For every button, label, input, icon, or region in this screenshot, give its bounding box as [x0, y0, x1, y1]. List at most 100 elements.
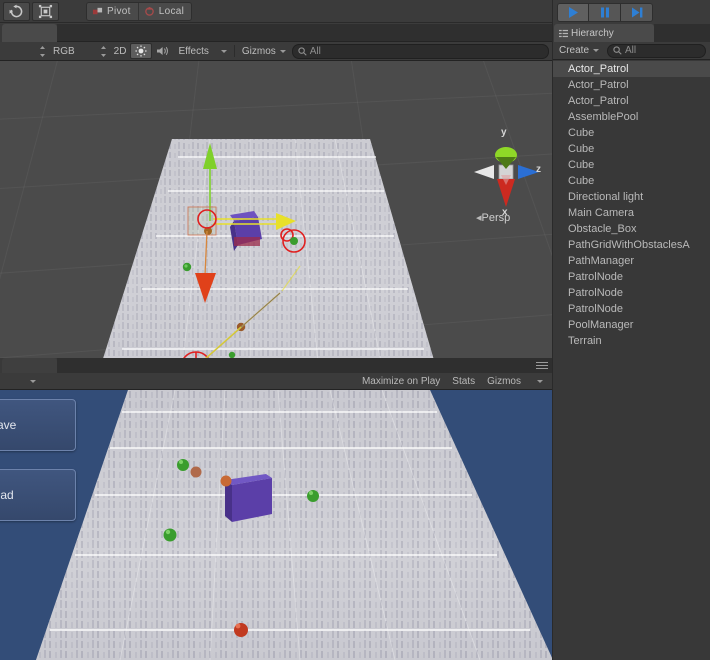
- hierarchy-list[interactable]: Actor_Patrol Actor_Patrol Actor_Patrol Asse…: [553, 61, 710, 660]
- audio-icon: [157, 46, 169, 56]
- hierarchy-item[interactable]: Actor_Patrol: [553, 93, 710, 109]
- draw-mode-dropdown[interactable]: RGB: [49, 43, 79, 59]
- stats-toggle[interactable]: Stats: [446, 374, 481, 389]
- handle-rotation-toggle[interactable]: Local: [138, 3, 192, 20]
- game-viewport[interactable]: save load: [0, 390, 553, 660]
- game-scene-render: [36, 390, 553, 660]
- game-patrol-sphere: [177, 459, 189, 471]
- hierarchy-item-label: Cube: [568, 159, 595, 171]
- gizmo-z-label: z: [536, 164, 541, 175]
- toggle-scene-audio[interactable]: [152, 43, 174, 59]
- scene-view-stepper-icon[interactable]: [100, 45, 107, 57]
- gizmo-y-label: y: [501, 127, 507, 138]
- game-gizmos-label: Gizmos: [487, 375, 521, 387]
- hierarchy-item-label: Cube: [568, 175, 595, 187]
- pivot-label: Pivot: [107, 6, 131, 17]
- hierarchy-item[interactable]: Directional light: [553, 189, 710, 205]
- tab-scene[interactable]: [2, 24, 57, 42]
- scene-projection-mode[interactable]: ◂Persp: [476, 211, 510, 224]
- hierarchy-item[interactable]: Terrain: [553, 333, 710, 349]
- search-icon: [613, 46, 622, 55]
- hierarchy-item-label: AssemblePool: [568, 111, 639, 123]
- pivot-toggle[interactable]: Pivot: [87, 3, 139, 20]
- pivot-handle-group: Pivot Local: [86, 2, 193, 21]
- hierarchy-item-label: Actor_Patrol: [568, 95, 629, 107]
- play-icon: [569, 6, 578, 18]
- game-patrol-sphere: [307, 490, 319, 502]
- scene-gizmos-dropdown[interactable]: Gizmos: [238, 43, 290, 59]
- create-label: Create: [559, 45, 590, 56]
- scene-tabstrip-filler: [57, 24, 553, 42]
- game-actor-sphere: [190, 466, 202, 478]
- gizmo-x-axis: [204, 230, 208, 276]
- step-icon: [631, 7, 642, 17]
- rect-transform-tool-button[interactable]: [32, 1, 59, 21]
- maximize-on-play-toggle[interactable]: Maximize on Play: [356, 374, 446, 389]
- hierarchy-item[interactable]: PathGridWithObstaclesA: [553, 237, 710, 253]
- scene-search-input[interactable]: All: [291, 43, 549, 59]
- play-button[interactable]: [557, 2, 589, 22]
- game-panel-menu-icon[interactable]: [536, 362, 548, 371]
- toggle-2d[interactable]: 2D: [110, 43, 131, 59]
- load-button[interactable]: load: [0, 469, 76, 521]
- aspect-ratio-dropdown[interactable]: [0, 374, 40, 389]
- hierarchy-search-input[interactable]: All: [607, 43, 706, 58]
- hierarchy-item[interactable]: Actor_Patrol: [553, 61, 710, 77]
- hierarchy-item[interactable]: Cube: [553, 157, 710, 173]
- game-gizmos-dropdown-arrow[interactable]: [527, 374, 549, 389]
- hierarchy-item[interactable]: PatrolNode: [553, 269, 710, 285]
- hierarchy-item-label: Directional light: [568, 191, 644, 203]
- hierarchy-panel: Hierarchy Create All Actor_Patrol Actor_P…: [553, 24, 710, 660]
- hierarchy-item[interactable]: PatrolNode: [553, 301, 710, 317]
- scene-viewport[interactable]: y z x ◂Persp: [0, 61, 553, 381]
- stats-label: Stats: [452, 375, 476, 387]
- node-marker: [280, 228, 306, 253]
- game-actor-sphere: [220, 475, 232, 487]
- game-obstacle-box: [225, 474, 272, 522]
- hierarchy-item-label: Main Camera: [568, 207, 635, 219]
- hierarchy-item[interactable]: Main Camera: [553, 205, 710, 221]
- hierarchy-item[interactable]: PoolManager: [553, 317, 710, 333]
- effects-dropdown[interactable]: Effects: [174, 43, 212, 59]
- actor-sphere: [236, 322, 246, 332]
- hierarchy-item-label: PatrolNode: [568, 271, 624, 283]
- hierarchy-item-label: Actor_Patrol: [568, 79, 629, 91]
- effects-dropdown-arrow[interactable]: [213, 43, 231, 59]
- pause-button[interactable]: [589, 2, 621, 22]
- hierarchy-item-label: Terrain: [568, 335, 602, 347]
- hierarchy-item-label: PatrolNode: [568, 287, 624, 299]
- scene-view-panel: RGB 2D Effects Gizmos All y z x ◂Persp: [0, 24, 553, 396]
- hierarchy-item[interactable]: Obstacle_Box: [553, 221, 710, 237]
- hierarchy-toolbar: Create All: [553, 42, 710, 60]
- node-marker: [197, 209, 217, 229]
- handle-rotation-label: Local: [158, 6, 185, 17]
- rotate-tool-button[interactable]: [3, 1, 30, 21]
- load-button-label: load: [0, 488, 14, 502]
- toggle-2d-label: 2D: [113, 45, 127, 57]
- gizmo-x-arrow: [195, 273, 216, 303]
- game-view-toolbar: Maximize on Play Stats Gizmos: [0, 373, 553, 390]
- actor-sphere: [204, 227, 212, 235]
- hierarchy-item[interactable]: AssemblePool: [553, 109, 710, 125]
- step-button[interactable]: [621, 2, 653, 22]
- hierarchy-item-label: Actor_Patrol: [568, 63, 629, 75]
- save-button[interactable]: save: [0, 399, 76, 451]
- game-gizmos-dropdown[interactable]: Gizmos: [481, 374, 527, 389]
- hierarchy-item[interactable]: Cube: [553, 173, 710, 189]
- hierarchy-item[interactable]: Actor_Patrol: [553, 77, 710, 93]
- hierarchy-item[interactable]: Cube: [553, 125, 710, 141]
- hierarchy-item[interactable]: PathManager: [553, 253, 710, 269]
- pause-icon: [600, 7, 609, 17]
- create-dropdown[interactable]: Create: [553, 43, 603, 58]
- pivot-icon: [92, 7, 103, 15]
- selection-bounds: [187, 206, 217, 236]
- hierarchy-tabstrip: Hierarchy: [553, 24, 710, 42]
- scene-search-placeholder: All: [309, 45, 321, 57]
- hierarchy-item[interactable]: PatrolNode: [553, 285, 710, 301]
- toggle-scene-lighting[interactable]: [130, 43, 153, 59]
- scene-view-toolbar: RGB 2D Effects Gizmos All: [0, 42, 553, 61]
- draw-mode-stepper-icon[interactable]: [39, 45, 46, 57]
- hierarchy-item-label: PathGridWithObstaclesA: [568, 239, 690, 251]
- tab-hierarchy[interactable]: Hierarchy: [554, 24, 654, 42]
- hierarchy-item[interactable]: Cube: [553, 141, 710, 157]
